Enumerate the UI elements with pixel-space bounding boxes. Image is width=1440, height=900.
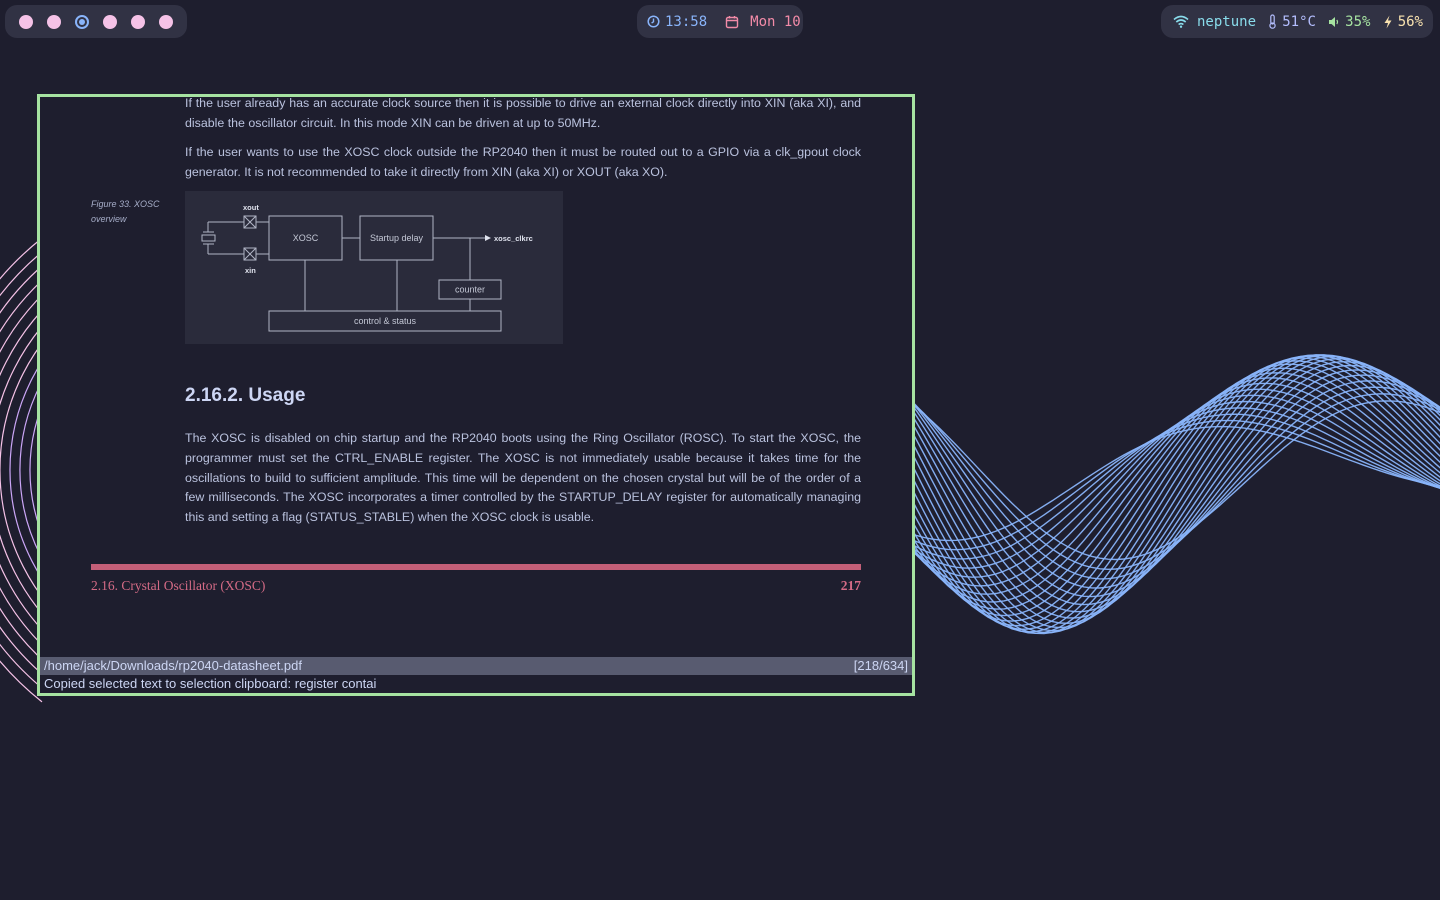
pdf-viewer-window[interactable]: If the user already has an accurate cloc… (37, 94, 915, 696)
figure-label-control-status: control & status (354, 316, 417, 326)
workspace-3-button[interactable] (75, 14, 89, 29)
section-heading: 2.16.2. Usage (185, 385, 306, 406)
thermometer-icon (1268, 14, 1277, 29)
wallpaper-strand (899, 357, 1440, 625)
calendar-icon (725, 15, 739, 29)
workspace-2-button[interactable] (47, 14, 61, 29)
figure-label-xout: xout (243, 203, 259, 212)
network-status[interactable]: neptune (1173, 14, 1256, 30)
battery-value: 56% (1397, 13, 1423, 30)
figure-label-counter: counter (455, 285, 485, 295)
xosc-overview-figure: xout xin XOSC Startup delay xosc_clkrc c… (185, 191, 563, 344)
wallpaper-strand (899, 425, 1440, 542)
paragraph-external-clock: If the user already has an accurate cloc… (185, 96, 861, 130)
viewer-statusbar: /home/jack/Downloads/rp2040-datasheet.pd… (40, 657, 912, 675)
wallpaper-strand (899, 367, 1440, 622)
paragraph-clock-gpout: If the user wants to use the XOSC clock … (185, 145, 861, 179)
notification-bar: Copied selected text to selection clipbo… (40, 675, 912, 693)
bolt-icon (1383, 15, 1393, 29)
clock-widget[interactable]: 13:58 Mon 10 (637, 5, 803, 38)
speaker-icon (1328, 16, 1340, 28)
pdf-page[interactable]: If the user already has an accurate cloc… (40, 97, 912, 657)
footer-page-number: 217 (840, 578, 861, 593)
figure-label-startup-delay: Startup delay (370, 233, 424, 243)
wallpaper-strand (899, 382, 1440, 603)
volume-value: 35% (1345, 13, 1371, 30)
wallpaper-strand (899, 377, 1440, 610)
footer-rule (91, 564, 861, 570)
temperature-value: 51°C (1282, 13, 1316, 30)
workspace-1-button[interactable] (19, 14, 33, 29)
status-widgets: neptune 51°C 35% 56% (1161, 5, 1433, 38)
network-name: neptune (1197, 13, 1257, 30)
figure-label-xin: xin (245, 266, 256, 275)
clock-icon (647, 15, 660, 28)
workspace-6-button[interactable] (159, 14, 173, 29)
figure-caption: Figure 33. XOSC overview (91, 199, 160, 224)
clock-time: 13:58 (665, 13, 708, 30)
wallpaper-strand (899, 360, 1440, 631)
wallpaper-strand (899, 388, 1440, 595)
paragraph-usage: The XOSC is disabled on chip startup and… (185, 431, 861, 525)
wallpaper-strand (899, 357, 1440, 633)
clock-date: Mon 10 (750, 13, 801, 30)
wallpaper-strand (899, 355, 1440, 635)
wifi-icon (1173, 15, 1189, 28)
footer-section-title: 2.16. Crystal Oscillator (XOSC) (91, 578, 266, 593)
figure-label-output: xosc_clkrc (494, 234, 533, 243)
file-path: /home/jack/Downloads/rp2040-datasheet.pd… (44, 658, 302, 673)
wallpaper-strand (0, 237, 43, 703)
workspace-switcher (5, 5, 187, 38)
volume-status[interactable]: 35% (1328, 14, 1370, 30)
battery-status: 56% (1383, 14, 1423, 30)
page-indicator: [218/634] (853, 658, 908, 673)
workspace-4-button[interactable] (103, 14, 117, 29)
figure-label-xosc: XOSC (293, 233, 319, 243)
wallpaper-strand (899, 372, 1440, 617)
temperature-status: 51°C (1268, 14, 1316, 30)
workspace-5-button[interactable] (131, 14, 145, 29)
